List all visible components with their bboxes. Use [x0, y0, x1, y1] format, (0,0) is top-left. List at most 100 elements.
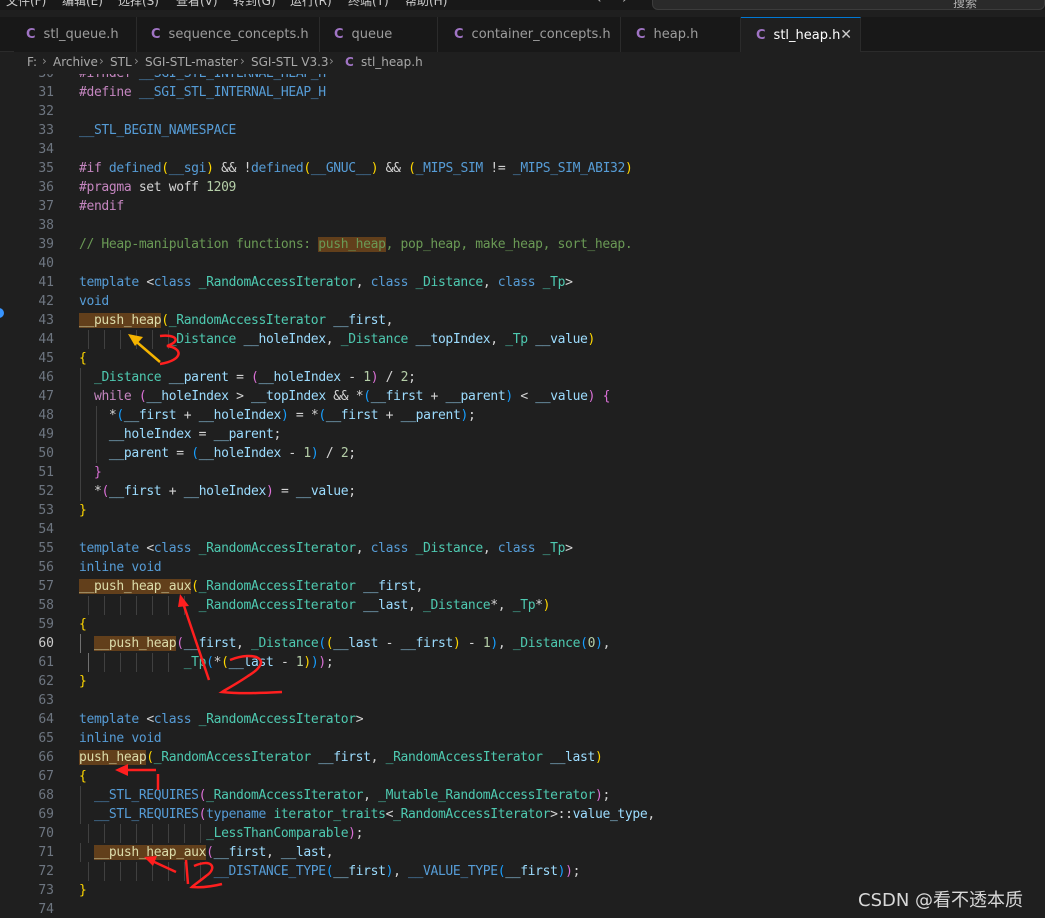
line-number: 31 [38, 85, 54, 100]
code-text: inline void [79, 731, 162, 746]
c-file-icon: C [756, 27, 766, 43]
line-number: 46 [38, 370, 54, 385]
code-text: __parent = (__holeIndex - 1) / 2; [108, 446, 356, 461]
code-line: 46 _Distance __parent = (__holeIndex - 1… [0, 368, 1045, 387]
line-number: 65 [38, 731, 54, 746]
code-line: 53} [0, 501, 1045, 520]
code-line: 64 template <class _RandomAccessIterator> [0, 710, 1045, 729]
code-editor[interactable]: 30 #ifndef __SGI_STL_INTERNAL_HEAP_H 31 #de… [0, 74, 1045, 918]
code-line: 50 __parent = (__holeIndex - 1) / 2; [0, 444, 1045, 463]
breadcrumb-sgi-stl-master[interactable]: SGI-STL-master [145, 55, 238, 69]
line-number: 69 [38, 807, 54, 822]
code-text: #define __SGI_STL_INTERNAL_HEAP_H [79, 85, 326, 100]
tab-queue[interactable]: C queue [320, 17, 438, 52]
code-text: __STL_REQUIRES(typename iterator_traits<… [93, 807, 655, 822]
line-number: 56 [38, 560, 54, 575]
code-text: template <class _RandomAccessIterator> [79, 712, 364, 727]
code-text: __DISTANCE_TYPE(__first), __VALUE_TYPE(_… [213, 864, 581, 879]
code-text: push_heap(_RandomAccessIterator __first,… [79, 750, 603, 765]
code-text: while (__holeIndex > __topIndex && *(__f… [93, 389, 611, 404]
code-text: } [79, 883, 87, 898]
code-line: 56 inline void [0, 558, 1045, 577]
breadcrumb-file[interactable]: stl_heap.h [361, 55, 423, 69]
code-text: { [79, 769, 87, 784]
code-line: 30 #ifndef __SGI_STL_INTERNAL_HEAP_H [0, 74, 1045, 83]
code-line: 60 __push_heap(__first, _Distance((__las… [0, 634, 1045, 653]
line-number: 64 [38, 712, 54, 727]
menu-terminal[interactable]: 终端(T) [348, 0, 389, 9]
code-line: 68 __STL_REQUIRES(_RandomAccessIterator,… [0, 786, 1045, 805]
code-line: 31 #define __SGI_STL_INTERNAL_HEAP_H [0, 83, 1045, 102]
c-file-icon: C [151, 27, 161, 42]
tab-stl-queue[interactable]: C stl_queue.h [14, 17, 137, 52]
back-arrow-icon[interactable]: ‹ [596, 0, 602, 7]
code-line: 36 #pragma set woff 1209 [0, 178, 1045, 197]
code-text: __holeIndex = __parent; [108, 427, 281, 442]
line-number: 32 [38, 104, 54, 119]
code-line: 62} [0, 672, 1045, 691]
line-number: 45 [38, 351, 54, 366]
watermark: CSDN @看不透本质 [858, 890, 1024, 911]
line-number: 30 [0, 74, 54, 83]
code-text: template <class _RandomAccessIterator, c… [79, 541, 573, 556]
line-number: 53 [38, 503, 54, 518]
chevron-right-icon: › [42, 54, 47, 68]
code-text: // Heap-manipulation functions: push_hea… [79, 237, 633, 252]
breadcrumb-drive[interactable]: F: [27, 55, 37, 69]
tab-container-concepts[interactable]: C container_concepts.h [438, 17, 621, 52]
code-text: { [79, 351, 87, 366]
code-line: 61 _Tp(*(__last - 1))); [0, 653, 1045, 672]
menu-edit[interactable]: 编辑(E) [62, 0, 103, 9]
code-line: 41 template <class _RandomAccessIterator,… [0, 273, 1045, 292]
chevron-right-icon: › [134, 54, 139, 68]
code-line: 32 [0, 102, 1045, 121]
breadcrumb-sgi-stl-v33[interactable]: SGI-STL V3.3 [251, 55, 329, 69]
close-icon[interactable]: ✕ [840, 27, 852, 43]
menu-run[interactable]: 运行(R) [290, 0, 332, 9]
menu-go[interactable]: 转到(G) [233, 0, 276, 9]
code-text: _Distance __holeIndex, _Distance __topIn… [168, 332, 596, 347]
forward-arrow-icon[interactable]: › [622, 0, 628, 7]
code-text: *(__first + __holeIndex) = *(__first + _… [108, 408, 476, 423]
code-text: } [79, 503, 87, 518]
code-line: 43 __push_heap(_RandomAccessIterator __fi… [0, 311, 1045, 330]
code-line: 57 __push_heap_aux(_RandomAccessIterator … [0, 577, 1045, 596]
code-line: 71 __push_heap_aux(__first, __last, [0, 843, 1045, 862]
line-number: 66 [38, 750, 54, 765]
command-center-search[interactable]: 搜索 [652, 0, 1045, 10]
tab-stl-heap[interactable]: C stl_heap.h ✕ [741, 17, 861, 52]
tab-heap[interactable]: C heap.h [621, 17, 741, 52]
line-number: 74 [38, 902, 54, 917]
c-file-icon: C [454, 27, 464, 42]
menu-selection[interactable]: 选择(S) [118, 0, 159, 9]
code-text: #if defined(__sgi) && !defined(__GNUC__)… [79, 161, 633, 176]
line-number: 73 [38, 883, 54, 898]
breadcrumb-stl[interactable]: STL [110, 55, 132, 69]
c-file-icon: C [26, 27, 36, 42]
code-line: 45 { [0, 349, 1045, 368]
tab-sequence-concepts[interactable]: C sequence_concepts.h [137, 17, 320, 52]
line-number: 34 [38, 142, 54, 157]
tab-label: sequence_concepts.h [168, 27, 309, 42]
search-label: 搜索 [953, 0, 978, 10]
menu-help[interactable]: 帮助(H) [405, 0, 447, 9]
code-text: _LessThanComparable); [206, 826, 364, 841]
breadcrumb-archive[interactable]: Archive [53, 55, 98, 69]
line-number: 42 [38, 294, 54, 309]
code-text: __STL_BEGIN_NAMESPACE [79, 123, 237, 138]
chevron-right-icon: › [99, 54, 104, 68]
line-number: 51 [38, 465, 54, 480]
code-line: 48 *(__first + __holeIndex) = *(__first … [0, 406, 1045, 425]
code-line: 37 #endif [0, 197, 1045, 216]
code-line: 67 { [0, 767, 1045, 786]
code-text: #endif [79, 199, 124, 214]
menu-view[interactable]: 查看(V) [176, 0, 218, 9]
menu-file[interactable]: 文件(F) [6, 0, 46, 9]
breadcrumb: F: › Archive › STL › SGI-STL-master › SG… [0, 52, 1045, 74]
code-line: 40 [0, 254, 1045, 273]
line-number: 67 [38, 769, 54, 784]
code-text: } [79, 674, 87, 689]
c-file-icon: C [636, 27, 646, 42]
code-text: #pragma set woff 1209 [79, 180, 237, 195]
line-number: 36 [38, 180, 54, 195]
